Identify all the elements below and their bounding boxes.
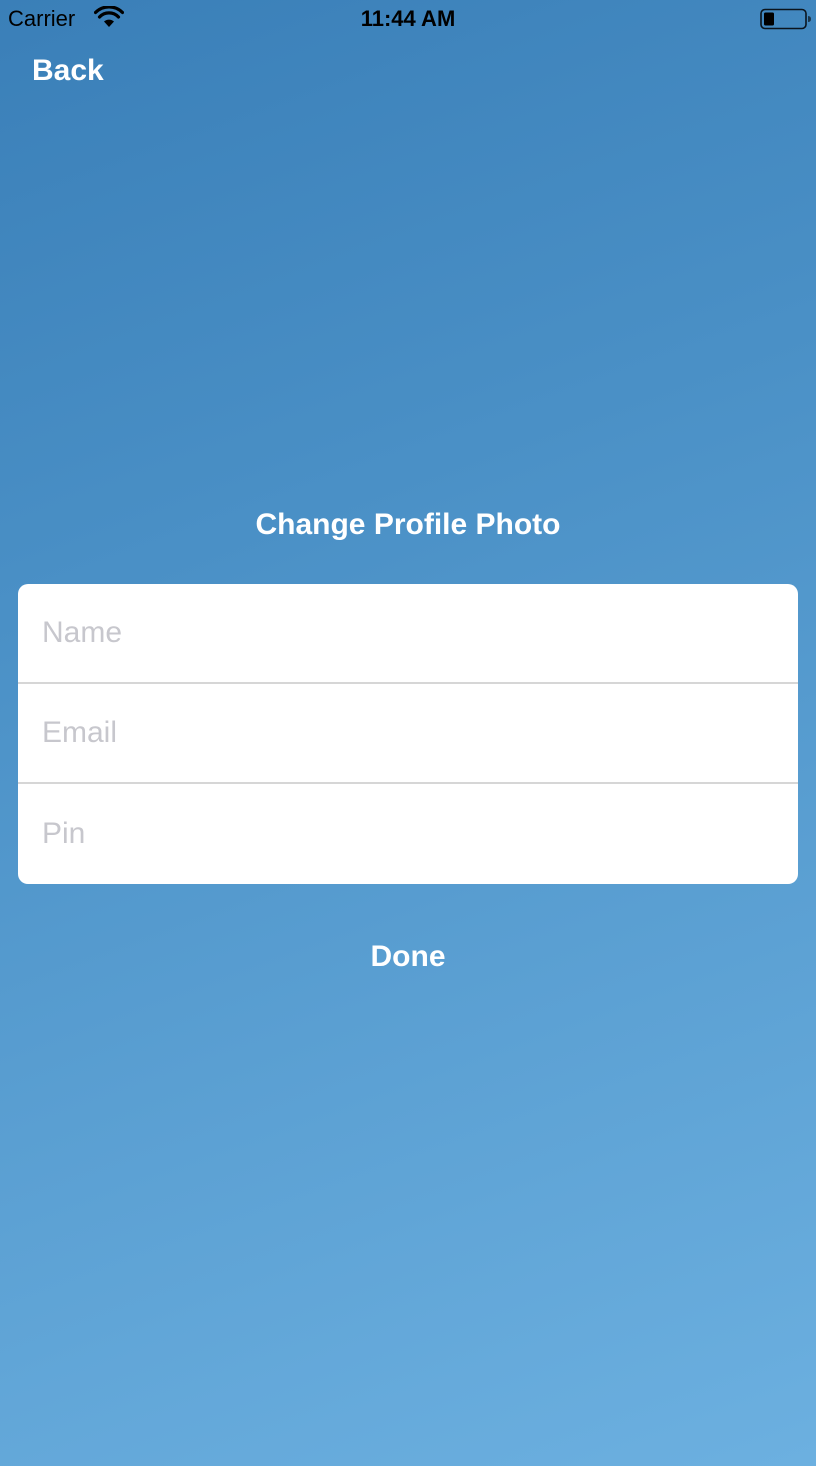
email-input[interactable] — [18, 684, 798, 782]
pin-field-row — [18, 784, 798, 884]
profile-form — [18, 584, 798, 884]
battery-icon — [760, 8, 811, 30]
status-bar: Carrier 11:44 AM — [0, 0, 816, 40]
back-button[interactable]: Back — [32, 54, 104, 88]
pin-input[interactable] — [18, 784, 798, 884]
change-profile-photo-button[interactable]: Change Profile Photo — [0, 508, 816, 542]
name-field-row — [18, 584, 798, 684]
done-button[interactable]: Done — [0, 940, 816, 974]
name-input[interactable] — [18, 584, 798, 682]
status-time: 11:44 AM — [360, 6, 456, 31]
email-field-row — [18, 684, 798, 784]
